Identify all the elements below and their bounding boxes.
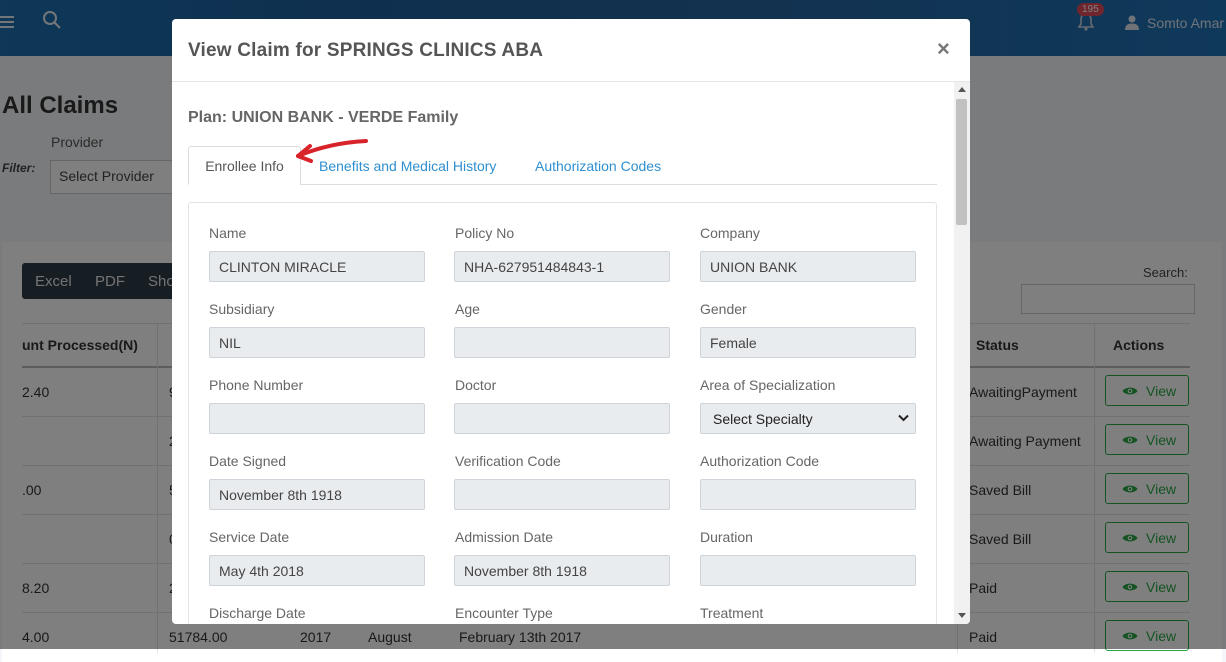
chevron-down-icon [898, 414, 909, 422]
policy-no-label: Policy No [455, 225, 515, 241]
company-field[interactable]: UNION BANK [700, 251, 916, 282]
specialization-label: Area of Specialization [700, 377, 836, 393]
duration-field[interactable] [700, 555, 916, 586]
scroll-down-icon[interactable] [958, 613, 966, 618]
authorization-code-field[interactable] [700, 479, 916, 510]
age-field[interactable] [454, 327, 670, 358]
name-label: Name [209, 225, 247, 241]
age-label: Age [455, 301, 480, 317]
verification-code-field[interactable] [454, 479, 670, 510]
treatment-label: Treatment [700, 605, 764, 621]
admission-date-field[interactable]: November 8th 1918 [454, 555, 670, 586]
gender-field[interactable]: Female [700, 327, 916, 358]
gender-label: Gender [700, 301, 747, 317]
doctor-field[interactable] [454, 403, 670, 434]
subsidiary-label: Subsidiary [209, 301, 275, 317]
date-signed-label: Date Signed [209, 453, 287, 469]
encounter-type-label: Encounter Type [455, 605, 553, 621]
phone-number-label: Phone Number [209, 377, 304, 393]
modal-header: View Claim for SPRINGS CLINICS ABA × [172, 19, 970, 82]
service-date-field[interactable]: May 4th 2018 [209, 555, 425, 586]
company-label: Company [700, 225, 760, 241]
authorization-code-label: Authorization Code [700, 453, 820, 469]
doctor-label: Doctor [455, 377, 497, 393]
service-date-label: Service Date [209, 529, 290, 545]
scroll-thumb[interactable] [956, 99, 967, 225]
specialization-select[interactable]: Select Specialty [700, 403, 916, 434]
specialization-select-value: Select Specialty [713, 411, 813, 427]
admission-date-label: Admission Date [455, 529, 554, 545]
name-field[interactable]: CLINTON MIRACLE [209, 251, 425, 282]
tab-authorization-codes[interactable]: Authorization Codes [535, 158, 661, 174]
tab-enrollee-info[interactable]: Enrollee Info [188, 146, 301, 185]
annotation-arrow-icon [296, 139, 368, 163]
verification-code-label: Verification Code [455, 453, 561, 469]
close-button[interactable]: × [937, 38, 950, 60]
modal-title: View Claim for SPRINGS CLINICS ABA [188, 40, 544, 61]
date-signed-field[interactable]: November 8th 1918 [209, 479, 425, 510]
plan-title: Plan: UNION BANK - VERDE Family [188, 109, 459, 126]
duration-label: Duration [700, 529, 753, 545]
discharge-date-label: Discharge Date [209, 605, 306, 621]
phone-number-field[interactable] [209, 403, 425, 434]
view-claim-modal: View Claim for SPRINGS CLINICS ABA × Pla… [172, 19, 970, 624]
modal-scrollbar[interactable] [954, 82, 970, 624]
scroll-up-icon[interactable] [958, 87, 966, 92]
subsidiary-field[interactable]: NIL [209, 327, 425, 358]
policy-no-field[interactable]: NHA-627951484843-1 [454, 251, 670, 282]
